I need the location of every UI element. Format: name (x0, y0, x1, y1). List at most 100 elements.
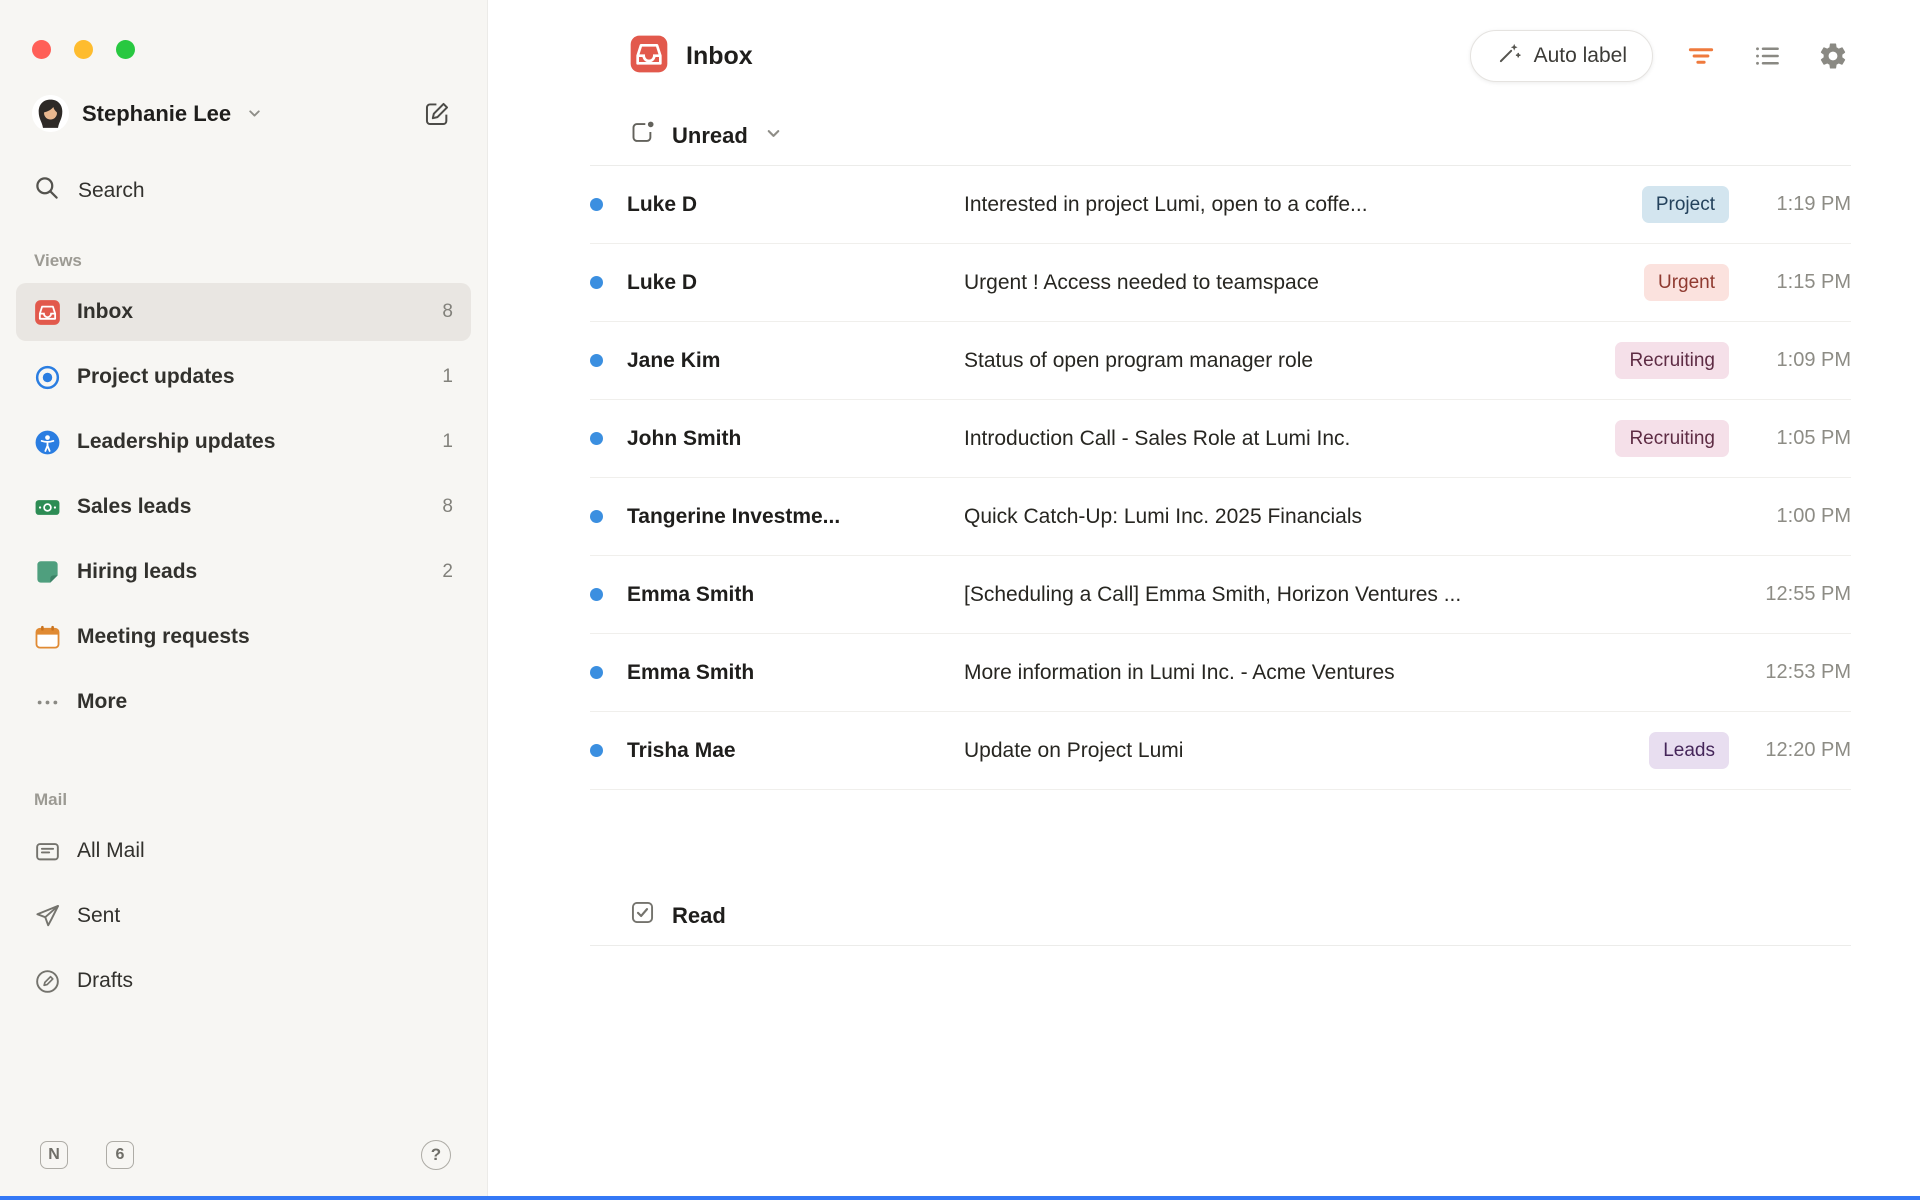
checkbox-checked-icon (629, 899, 656, 932)
banknote-icon (34, 494, 61, 521)
email-row[interactable]: Luke D Interested in project Lumi, open … (590, 166, 1851, 244)
sidebar-item-sent[interactable]: Sent (16, 887, 471, 945)
sidebar-footer: N 6 ? (0, 1140, 487, 1200)
sidebar-item-meeting-requests[interactable]: Meeting requests (16, 608, 471, 666)
person-icon (34, 429, 61, 456)
mail-app-window: Stephanie Lee Search Views (0, 0, 1920, 1200)
email-time: 12:55 PM (1729, 583, 1851, 606)
ellipsis-icon (34, 689, 61, 716)
minimize-window-button[interactable] (74, 40, 93, 59)
sidebar-item-inbox[interactable]: Inbox 8 (16, 283, 471, 341)
sidebar-item-drafts[interactable]: Drafts (16, 952, 471, 1010)
search-button[interactable]: Search (33, 174, 455, 207)
email-time: 1:09 PM (1729, 349, 1851, 372)
bottom-edge-accent (0, 1196, 1920, 1200)
mark-unread-icon (629, 119, 656, 152)
auto-label-button[interactable]: Auto label (1470, 30, 1653, 82)
email-row[interactable]: Jane Kim Status of open program manager … (590, 322, 1851, 400)
unread-count-badge: 1 (442, 366, 453, 388)
sidebar-item-all-mail[interactable]: All Mail (16, 822, 471, 880)
list-view-button[interactable] (1749, 38, 1785, 74)
unread-dot (590, 198, 603, 211)
email-sender: Tangerine Investme... (627, 505, 964, 529)
sidebar-item-hiring-leads[interactable]: Hiring leads 2 (16, 543, 471, 601)
filter-button[interactable] (1683, 38, 1719, 74)
email-label-chip[interactable]: Project (1642, 186, 1729, 223)
email-label-chip[interactable]: Recruiting (1615, 420, 1729, 457)
notion-logo-badge[interactable]: N (40, 1141, 68, 1169)
email-row[interactable]: John Smith Introduction Call - Sales Rol… (590, 400, 1851, 478)
sidebar-item-label: Sales leads (77, 495, 191, 519)
email-subject: More information in Lumi Inc. - Acme Ven… (964, 661, 1729, 685)
sidebar-item-sales-leads[interactable]: Sales leads 8 (16, 478, 471, 536)
footer-badges: N 6 (40, 1141, 134, 1169)
section-title-views: Views (34, 251, 487, 271)
unread-group-header[interactable]: Unread (590, 106, 1851, 166)
chevron-down-icon[interactable] (764, 123, 783, 149)
email-time: 1:15 PM (1729, 271, 1851, 294)
email-row[interactable]: Trisha Mae Update on Project Lumi Leads … (590, 712, 1851, 790)
email-time: 1:19 PM (1729, 193, 1851, 216)
unread-group-label: Unread (672, 123, 748, 149)
email-time: 12:53 PM (1729, 661, 1851, 684)
sidebar-item-project-updates[interactable]: Project updates 1 (16, 348, 471, 406)
email-time: 1:00 PM (1729, 505, 1851, 528)
sidebar-item-label: Sent (77, 904, 120, 928)
unread-dot (590, 354, 603, 367)
settings-gear-icon[interactable] (1815, 38, 1851, 74)
unread-count-badge: 8 (442, 301, 453, 323)
email-subject: Quick Catch-Up: Lumi Inc. 2025 Financial… (964, 505, 1729, 529)
sidebar-item-label: Leadership updates (77, 430, 275, 454)
email-label-chip[interactable]: Urgent (1644, 264, 1729, 301)
email-label-chip[interactable]: Leads (1649, 732, 1729, 769)
email-row[interactable]: Tangerine Investme... Quick Catch-Up: Lu… (590, 478, 1851, 556)
chevron-down-icon[interactable] (246, 105, 263, 122)
sidebar-item-label: Drafts (77, 969, 133, 993)
email-subject: Interested in project Lumi, open to a co… (964, 193, 1620, 217)
views-nav: Inbox 8 Project updates 1 Lead (0, 283, 487, 738)
email-sender: Emma Smith (627, 661, 964, 685)
close-window-button[interactable] (32, 40, 51, 59)
sidebar-item-label: Hiring leads (77, 560, 197, 584)
compose-button[interactable] (423, 100, 451, 128)
email-sender: Jane Kim (627, 349, 964, 373)
search-icon (33, 174, 60, 207)
unread-count-badge: 2 (442, 561, 453, 583)
email-time: 12:20 PM (1729, 739, 1851, 762)
sidebar-item-label: More (77, 690, 127, 714)
window-controls (0, 0, 487, 59)
page-title: Inbox (686, 42, 753, 71)
sidebar-item-more[interactable]: More (16, 673, 471, 731)
avatar[interactable] (32, 95, 69, 132)
email-subject: Urgent ! Access needed to teamspace (964, 271, 1622, 295)
auto-label-text: Auto label (1534, 44, 1627, 68)
sidebar-item-label: Meeting requests (77, 625, 250, 649)
account-switcher: Stephanie Lee (32, 95, 451, 132)
target-icon (34, 364, 61, 391)
help-button[interactable]: ? (421, 1140, 451, 1170)
email-row[interactable]: Luke D Urgent ! Access needed to teamspa… (590, 244, 1851, 322)
mail-nav: All Mail Sent Drafts (0, 822, 487, 1017)
sidebar-item-leadership-updates[interactable]: Leadership updates 1 (16, 413, 471, 471)
email-subject: [Scheduling a Call] Emma Smith, Horizon … (964, 583, 1729, 607)
mailbox-icon (34, 838, 61, 865)
email-label-chip[interactable]: Recruiting (1615, 342, 1729, 379)
calendar-app-badge[interactable]: 6 (106, 1141, 134, 1169)
read-group-header[interactable]: Read (590, 886, 1851, 946)
inbox-icon (34, 299, 61, 326)
unread-dot (590, 744, 603, 757)
email-subject: Introduction Call - Sales Role at Lumi I… (964, 427, 1593, 451)
email-row[interactable]: Emma Smith [Scheduling a Call] Emma Smit… (590, 556, 1851, 634)
email-subject: Status of open program manager role (964, 349, 1593, 373)
inbox-icon (629, 34, 669, 79)
email-row[interactable]: Emma Smith More information in Lumi Inc.… (590, 634, 1851, 712)
sidebar-item-label: All Mail (77, 839, 145, 863)
email-time: 1:05 PM (1729, 427, 1851, 450)
user-name[interactable]: Stephanie Lee (82, 101, 231, 127)
calendar-icon (34, 624, 61, 651)
email-subject: Update on Project Lumi (964, 739, 1627, 763)
unread-dot (590, 666, 603, 679)
email-sender: Luke D (627, 271, 964, 295)
section-title-mail: Mail (34, 790, 487, 810)
zoom-window-button[interactable] (116, 40, 135, 59)
